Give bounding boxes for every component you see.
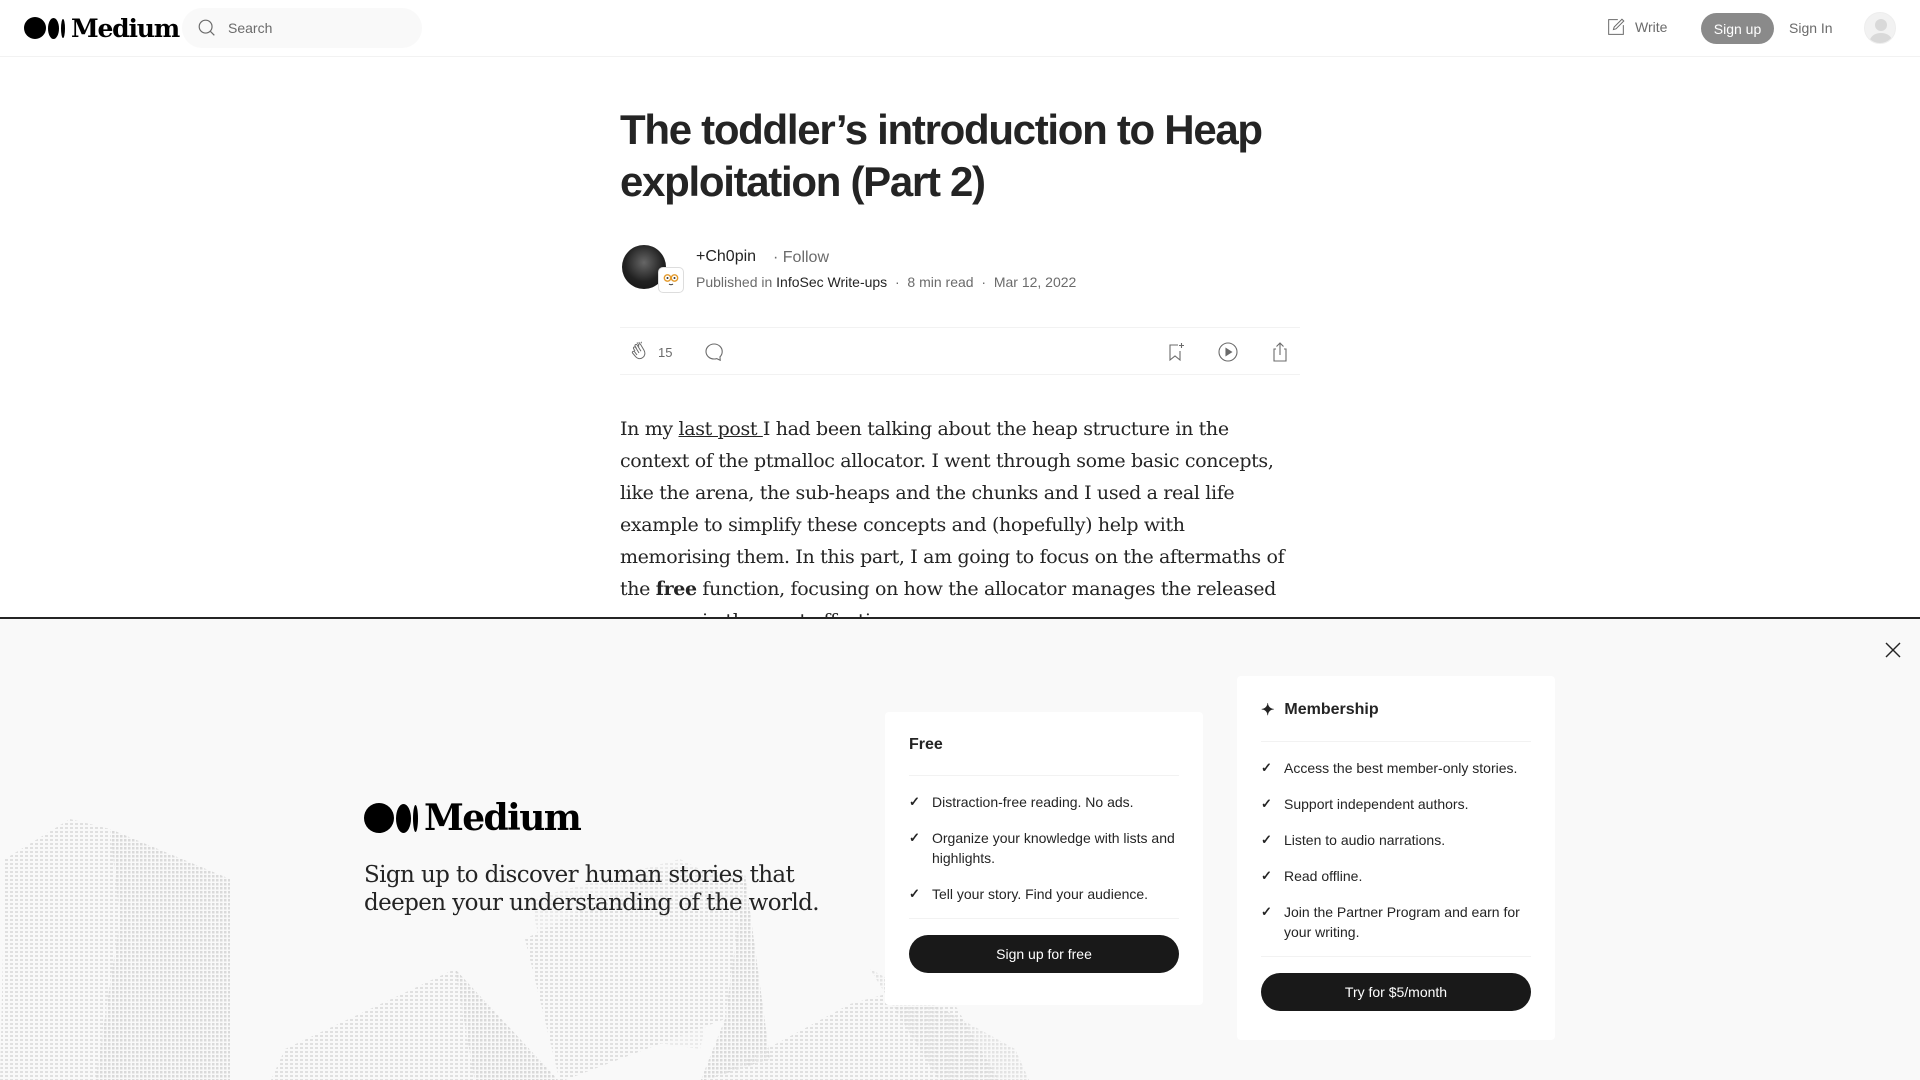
check-icon: ✓ [1261, 760, 1272, 775]
membership-plan-title: ✦ Membership [1261, 676, 1531, 742]
signup-free-button[interactable]: Sign up for free [909, 935, 1179, 973]
logo-text: Medium [71, 13, 180, 43]
close-icon[interactable] [1882, 639, 1904, 661]
user-avatar[interactable] [1864, 12, 1896, 44]
last-post-link[interactable]: last post [678, 418, 762, 440]
check-icon: ✓ [1261, 796, 1272, 811]
publication-link[interactable]: InfoSec Write-ups [776, 274, 887, 290]
author-name[interactable]: +Ch0pin [696, 248, 756, 266]
listen-button[interactable] [1216, 340, 1240, 364]
read-time: 8 min read [907, 274, 974, 290]
clap-icon [631, 341, 646, 360]
feature-item: ✓ Organize your knowledge with lists and … [909, 830, 1175, 866]
owl-logo-icon [663, 274, 679, 286]
signin-link[interactable]: Sign In [1789, 20, 1833, 36]
save-button[interactable] [1164, 340, 1188, 364]
feature-item: ✓ Support independent authors. [1261, 796, 1469, 812]
check-icon: ✓ [1261, 868, 1272, 883]
feature-item: ✓ Listen to audio narrations. [1261, 832, 1446, 848]
write-button[interactable]: Write [1605, 16, 1667, 38]
membership-plan-card: ✦ Membership ✓ Access the best member-onl… [1237, 676, 1555, 1040]
check-icon: ✓ [909, 830, 920, 845]
clap-button[interactable]: 15 [628, 340, 672, 364]
feature-item: ✓ Access the best member-only stories. [1261, 760, 1518, 776]
article-meta: Published in InfoSec Write-ups · 8 min r… [696, 274, 1076, 290]
article-title: The toddler’s introduction to Heap explo… [620, 106, 1263, 205]
check-icon: ✓ [909, 886, 920, 901]
search-icon [198, 19, 215, 36]
search-input[interactable] [228, 20, 408, 36]
share-icon [1273, 342, 1287, 362]
play-icon [1218, 342, 1238, 362]
user-silhouette-icon [1869, 19, 1893, 43]
check-icon: ✓ [909, 794, 920, 809]
feature-item: ✓ Read offline. [1261, 868, 1363, 884]
check-icon: ✓ [1261, 832, 1272, 847]
free-feature-list: ✓ Distraction-free reading. No ads. ✓ Orga… [909, 776, 1179, 919]
medium-logo[interactable]: Medium [24, 13, 180, 43]
article-action-bar: 15 [620, 327, 1300, 375]
bookmark-add-icon [1169, 343, 1184, 362]
signup-panel: Medium Sign up to discover human stories… [0, 617, 1920, 1080]
publication-avatar[interactable] [658, 267, 684, 293]
free-plan-card: Free ✓ Distraction-free reading. No ads. … [885, 712, 1203, 1005]
feature-item: ✓ Tell your story. Find your audience. [909, 886, 1149, 902]
search-box[interactable] [182, 8, 422, 48]
signup-medium-logo: Medium [364, 797, 582, 839]
signup-tagline: Sign up to discover human stories that d… [364, 862, 820, 916]
comment-icon [705, 343, 723, 362]
article-paragraph: In my last post I had been talking about… [620, 418, 1285, 632]
publish-date: Mar 12, 2022 [993, 274, 1077, 290]
write-label: Write [1635, 19, 1668, 35]
check-icon: ✓ [1261, 904, 1272, 919]
clap-count: 15 [658, 344, 673, 360]
comment-button[interactable] [702, 340, 726, 364]
medium-logo-icon [24, 17, 65, 39]
follow-button[interactable]: · Follow [773, 249, 829, 267]
share-button[interactable] [1268, 340, 1292, 364]
medium-logo-icon [364, 803, 418, 833]
signup-button[interactable]: Sign up [1701, 13, 1774, 44]
bold-free: free [655, 578, 697, 600]
published-in-label: Published in [696, 274, 773, 290]
membership-feature-list: ✓ Access the best member-only stories. ✓ S… [1261, 742, 1531, 957]
byline: +Ch0pin · Follow Published in InfoSec Wr… [622, 245, 1302, 295]
feature-item: ✓ Distraction-free reading. No ads. [909, 794, 1134, 810]
feature-item: ✓ Join the Partner Program and earn for y… [1261, 904, 1520, 940]
free-plan-title: Free [909, 712, 1179, 776]
sparkle-icon: ✦ [1261, 701, 1275, 719]
write-icon [1608, 18, 1625, 35]
try-membership-button[interactable]: Try for $5/month [1261, 973, 1531, 1011]
top-navbar: Medium Write Sign up Sign In [0, 0, 1920, 57]
logo-text: Medium [424, 797, 582, 839]
